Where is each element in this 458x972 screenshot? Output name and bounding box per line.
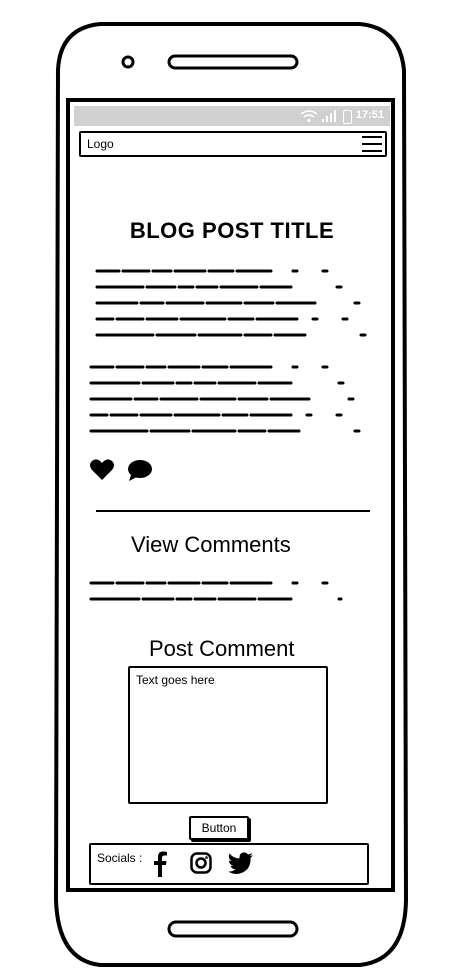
post-comment-heading: Post Comment [149,636,295,661]
instagram-icon[interactable] [190,852,212,874]
submit-button[interactable]: Button [189,816,249,840]
comment-placeholder: Text goes here [136,673,215,687]
divider [96,510,370,512]
footer: Socials : [89,843,369,885]
comment-icon[interactable] [127,459,153,483]
twitter-icon[interactable] [228,852,254,874]
comment-textarea[interactable]: Text goes here [128,666,328,804]
view-comments-heading[interactable]: View Comments [131,532,291,558]
heart-icon[interactable] [89,458,115,482]
socials-label: Socials : [97,851,143,865]
facebook-icon[interactable] [153,851,167,877]
